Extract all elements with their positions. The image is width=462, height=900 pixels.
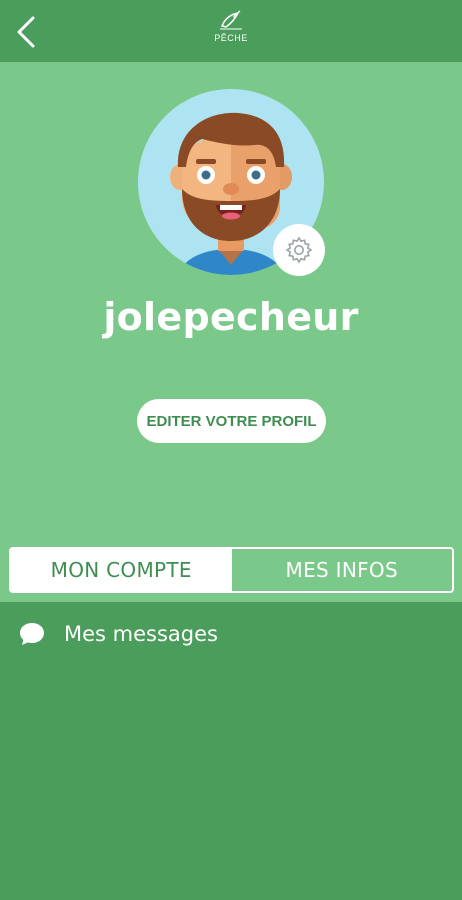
- top-bar: PÊCHE: [0, 0, 462, 62]
- edit-profile-button[interactable]: EDITER VOTRE PROFIL: [137, 399, 326, 443]
- chevron-left-icon: [17, 16, 35, 48]
- username: jolepecheur: [103, 295, 359, 339]
- avatar-settings-button[interactable]: [273, 224, 325, 276]
- app-logo: PÊCHE: [209, 10, 253, 54]
- account-tabs: MON COMPTE MES INFOS: [9, 547, 454, 593]
- menu-item-messages[interactable]: Mes messages: [0, 614, 462, 654]
- avatar: [138, 89, 325, 276]
- profile-section: jolepecheur EDITER VOTRE PROFIL MON COMP…: [0, 62, 462, 602]
- fish-logo-icon: [220, 10, 242, 30]
- logo-text: PÊCHE: [214, 33, 248, 43]
- tab-mon-compte[interactable]: MON COMPTE: [11, 549, 232, 591]
- account-content: Mes messages: [0, 602, 462, 900]
- menu-item-label: Mes messages: [64, 622, 218, 646]
- chat-bubble-icon: [18, 620, 46, 648]
- gear-icon: [285, 236, 313, 264]
- back-button[interactable]: [6, 10, 46, 54]
- tab-mes-infos[interactable]: MES INFOS: [231, 549, 452, 591]
